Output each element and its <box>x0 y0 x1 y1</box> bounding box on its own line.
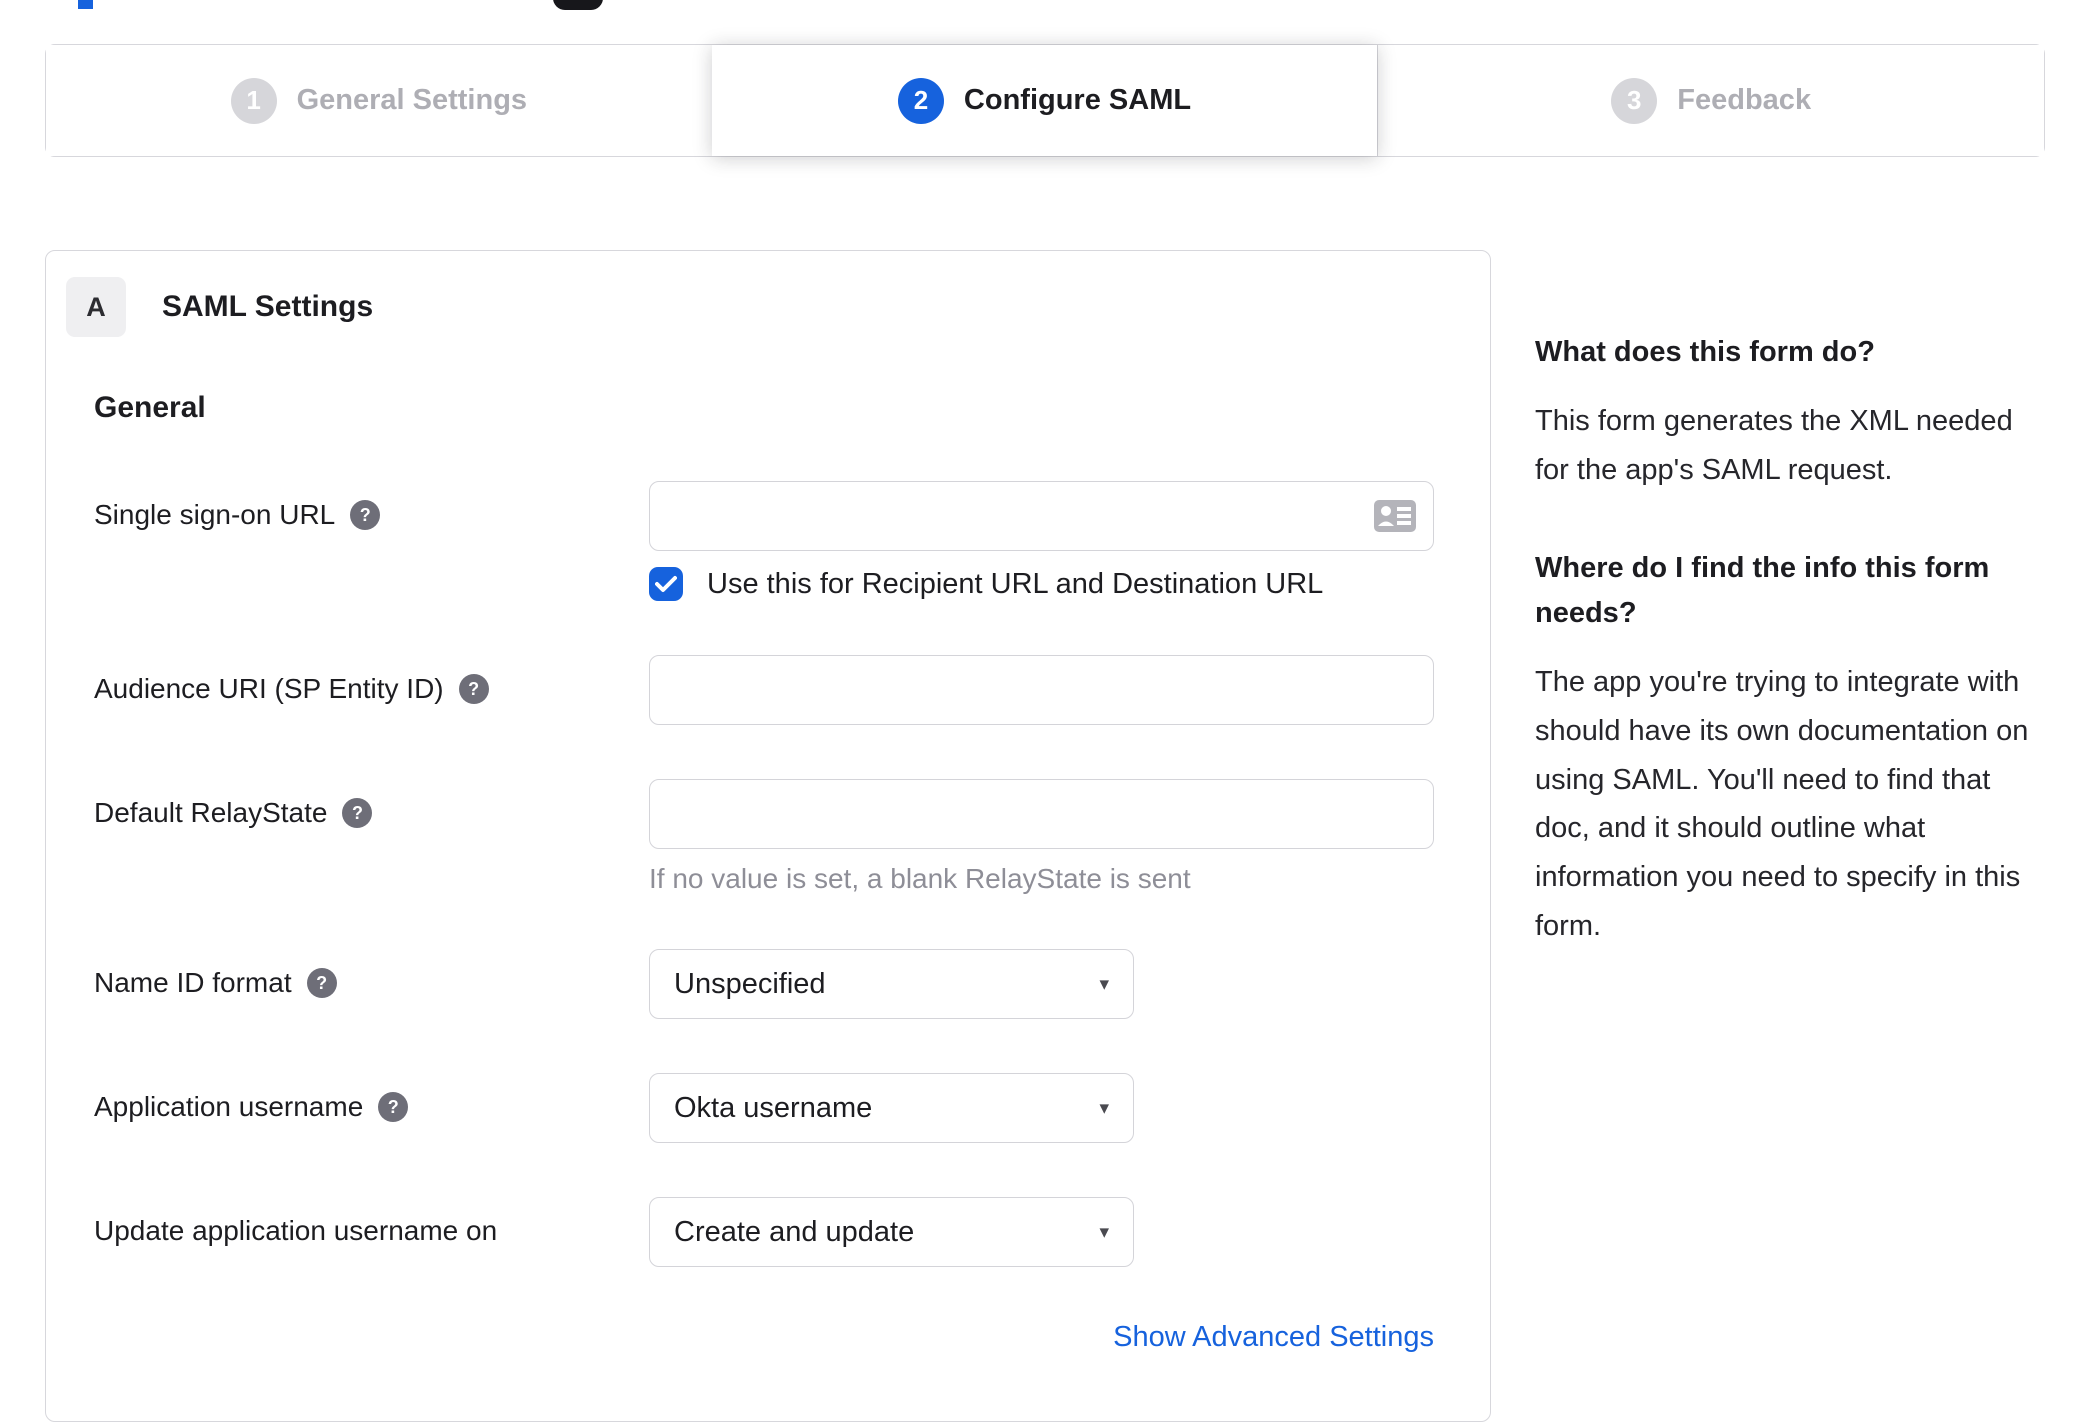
sidebar-paragraph-where: The app you're trying to integrate with … <box>1535 666 2029 942</box>
help-icon[interactable]: ? <box>458 674 489 704</box>
step-label: Feedback <box>1677 84 1812 116</box>
name-id-format-select[interactable]: Unspecified ▾ <box>649 949 1134 1019</box>
saml-settings-panel: A SAML Settings General Single sign-on U… <box>45 250 1491 1422</box>
relay-state-label: Default RelayState <box>94 797 328 828</box>
recipient-url-checkbox-label[interactable]: Use this for Recipient URL and Destinati… <box>707 568 1323 601</box>
show-advanced-settings-link[interactable]: Show Advanced Settings <box>1113 1321 1434 1353</box>
sidebar-heading-what: What does this form do? <box>1535 336 1875 368</box>
sso-url-label: Single sign-on URL <box>94 499 336 530</box>
saml-form: Single sign-on URL ? Use this for Recipi… <box>94 481 1442 1354</box>
step-configure-saml[interactable]: 2 Configure SAML <box>711 45 1378 156</box>
relay-state-row: Default RelayState ? If no value is set,… <box>94 779 1442 895</box>
relay-state-input[interactable] <box>649 779 1434 849</box>
step-general-settings[interactable]: 1 General Settings <box>46 45 712 156</box>
step-number-badge: 3 <box>1611 77 1658 124</box>
audience-uri-row: Audience URI (SP Entity ID) ? <box>94 655 1442 725</box>
cutoff-blue-icon <box>78 0 93 9</box>
chevron-down-icon: ▾ <box>1099 1221 1109 1243</box>
general-group-heading: General <box>94 391 206 424</box>
application-username-row: Application username ? Okta username ▾ <box>94 1073 1442 1143</box>
chevron-down-icon: ▾ <box>1099 973 1109 995</box>
wizard-stepper: 1 General Settings 2 Configure SAML 3 Fe… <box>45 44 2045 157</box>
section-header: A SAML Settings <box>66 277 1490 337</box>
update-username-label: Update application username on <box>94 1215 498 1246</box>
name-id-format-row: Name ID format ? Unspecified ▾ <box>94 949 1442 1019</box>
update-username-row: Update application username on Create an… <box>94 1197 1442 1267</box>
relay-state-helper: If no value is set, a blank RelayState i… <box>649 863 1191 894</box>
step-label: General Settings <box>296 84 528 116</box>
help-icon[interactable]: ? <box>350 500 381 530</box>
sso-url-input[interactable] <box>649 481 1434 551</box>
sso-url-row: Single sign-on URL ? Use this for Recipi… <box>94 481 1442 601</box>
chevron-down-icon: ▾ <box>1099 1097 1109 1119</box>
recipient-url-checkbox-row: Use this for Recipient URL and Destinati… <box>649 567 1434 601</box>
recipient-url-checkbox[interactable] <box>649 567 683 601</box>
sidebar-paragraph-what: This form generates the XML needed for t… <box>1535 404 2013 486</box>
section-title: SAML Settings <box>162 290 374 323</box>
application-username-select[interactable]: Okta username ▾ <box>649 1073 1134 1143</box>
contact-card-icon[interactable] <box>1374 500 1416 532</box>
help-icon[interactable]: ? <box>342 798 373 828</box>
audience-uri-label: Audience URI (SP Entity ID) <box>94 673 444 704</box>
step-number-badge: 2 <box>897 77 944 124</box>
section-a-badge: A <box>66 277 126 337</box>
step-number-badge: 1 <box>230 77 277 124</box>
name-id-format-label: Name ID format <box>94 967 292 998</box>
step-label: Configure SAML <box>963 84 1192 116</box>
help-sidebar: What does this form do? This form genera… <box>1535 330 2043 1003</box>
cutoff-dark-icon <box>553 0 603 10</box>
application-username-label: Application username <box>94 1091 364 1122</box>
step-feedback[interactable]: 3 Feedback <box>1377 45 2045 156</box>
update-username-select[interactable]: Create and update ▾ <box>649 1197 1134 1267</box>
help-icon[interactable]: ? <box>378 1092 409 1122</box>
audience-uri-input[interactable] <box>649 655 1434 725</box>
checkmark-icon <box>655 576 677 592</box>
help-icon[interactable]: ? <box>306 968 337 998</box>
sidebar-heading-where: Where do I find the info this form needs… <box>1535 552 1990 630</box>
